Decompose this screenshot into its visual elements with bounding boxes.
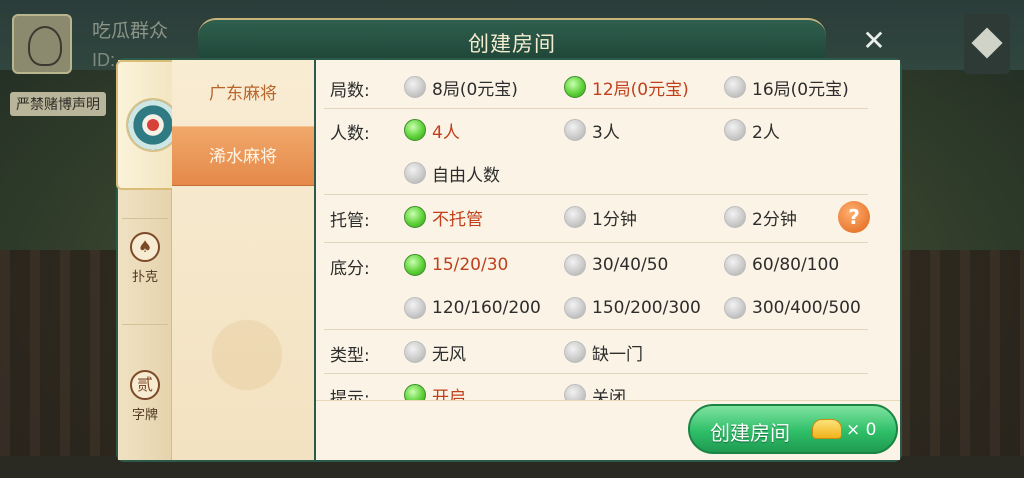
create-room-button[interactable]: 创建房间 × 0	[688, 404, 898, 454]
option-text: 120/160/200	[432, 298, 541, 318]
category-divider	[122, 324, 168, 325]
row-separator	[324, 373, 868, 374]
option-text: 2人	[752, 122, 780, 143]
base-score-option-150[interactable]: 150/200/300	[564, 295, 701, 321]
auto-play-option-off[interactable]: 不托管	[404, 204, 483, 230]
auto-play-option-1min[interactable]: 1分钟	[564, 204, 637, 230]
base-score-option-60[interactable]: 60/80/100	[724, 252, 839, 278]
radio-icon	[724, 254, 746, 276]
player-avatar	[12, 14, 72, 74]
category-label: 扑克	[131, 270, 158, 285]
zipai-icon: 贰	[130, 370, 160, 400]
gambling-warning-label: 严禁赌博声明	[10, 92, 106, 116]
row-separator	[324, 329, 868, 330]
option-text: 16局(0元宝)	[752, 79, 849, 100]
radio-icon	[404, 384, 426, 400]
category-zipai[interactable]: 贰 字牌	[118, 370, 172, 423]
row-separator	[324, 194, 868, 195]
type-option-missing-suit[interactable]: 缺一门	[564, 339, 643, 365]
players-option-free[interactable]: 自由人数	[404, 160, 500, 186]
option-text: 8局(0元宝)	[432, 79, 518, 100]
hint-option-on[interactable]: 开启	[404, 382, 466, 400]
option-text: 150/200/300	[592, 298, 701, 318]
base-score-option-30[interactable]: 30/40/50	[564, 252, 668, 278]
close-icon[interactable]: ✕	[858, 26, 890, 58]
radio-icon	[564, 206, 586, 228]
option-text: 3人	[592, 122, 620, 143]
type-label: 类型:	[330, 346, 370, 366]
option-text: 4人	[432, 122, 460, 143]
radio-icon	[404, 254, 426, 276]
room-cost: × 0	[846, 420, 877, 440]
base-score-option-15[interactable]: 15/20/30	[404, 252, 508, 278]
option-text: 自由人数	[432, 165, 500, 186]
radio-icon	[564, 119, 586, 141]
radio-icon	[404, 162, 426, 184]
option-text: 不托管	[432, 209, 483, 230]
base-score-option-300[interactable]: 300/400/500	[724, 295, 861, 321]
radio-icon	[724, 297, 746, 319]
auto-play-option-2min[interactable]: 2分钟	[724, 204, 797, 230]
radio-icon	[564, 76, 586, 98]
rounds-label: 局数:	[330, 81, 370, 101]
radio-icon	[724, 206, 746, 228]
option-text: 60/80/100	[752, 255, 840, 275]
option-text: 关闭	[592, 387, 626, 401]
subtab-guangdong-mahjong[interactable]: 广东麻将	[172, 64, 314, 124]
players-option-2[interactable]: 2人	[724, 117, 780, 143]
room-options-panel: 局数: 8局(0元宝) 12局(0元宝) 16局(0元宝) 人数: 4人 3人 …	[316, 60, 900, 400]
dialog-header: 创建房间	[198, 18, 826, 62]
category-poker[interactable]: ♠ 扑克	[118, 232, 172, 285]
rounds-option-8[interactable]: 8局(0元宝)	[404, 74, 518, 100]
auto-play-label: 托管:	[330, 211, 370, 231]
hint-label: 提示:	[330, 389, 370, 400]
option-text: 开启	[432, 387, 466, 401]
category-divider	[122, 218, 168, 219]
radio-icon	[564, 384, 586, 400]
players-option-4[interactable]: 4人	[404, 117, 460, 143]
lobby-corner-button	[964, 14, 1010, 74]
game-subtab-list: 广东麻将 浠水麻将	[172, 60, 314, 460]
radio-icon	[404, 206, 426, 228]
radio-icon	[724, 119, 746, 141]
railing-decoration	[0, 250, 118, 478]
category-label: 字牌	[131, 408, 158, 423]
row-separator	[324, 242, 868, 243]
option-text: 1分钟	[592, 209, 637, 230]
rounds-option-16[interactable]: 16局(0元宝)	[724, 74, 849, 100]
railing-decoration	[900, 250, 1024, 478]
radio-icon	[564, 297, 586, 319]
create-room-label: 创建房间	[710, 421, 790, 445]
radio-icon	[724, 76, 746, 98]
type-option-no-wind[interactable]: 无风	[404, 339, 466, 365]
option-text: 300/400/500	[752, 298, 861, 318]
radio-icon	[404, 341, 426, 363]
dialog-title: 创建房间	[468, 32, 556, 56]
radio-icon	[564, 341, 586, 363]
player-id: ID:	[92, 50, 116, 70]
spade-icon: ♠	[130, 232, 160, 262]
radio-icon	[404, 76, 426, 98]
gold-ingot-icon	[812, 419, 842, 439]
hint-option-off[interactable]: 关闭	[564, 382, 626, 400]
radio-icon	[564, 254, 586, 276]
base-score-label: 底分:	[330, 259, 370, 279]
subtab-xishui-mahjong[interactable]: 浠水麻将	[172, 126, 314, 186]
base-score-option-120[interactable]: 120/160/200	[404, 295, 541, 321]
option-text: 缺一门	[592, 344, 643, 365]
players-label: 人数:	[330, 124, 370, 144]
players-option-3[interactable]: 3人	[564, 117, 620, 143]
option-text: 无风	[432, 344, 466, 365]
row-separator	[324, 108, 868, 109]
radio-icon	[404, 297, 426, 319]
option-text: 2分钟	[752, 209, 797, 230]
radio-icon	[404, 119, 426, 141]
help-icon[interactable]: ?	[838, 201, 870, 233]
option-text: 12局(0元宝)	[592, 79, 689, 100]
player-name: 吃瓜群众	[92, 21, 169, 42]
rounds-option-12[interactable]: 12局(0元宝)	[564, 74, 689, 100]
option-text: 15/20/30	[432, 255, 509, 275]
option-text: 30/40/50	[592, 255, 669, 275]
